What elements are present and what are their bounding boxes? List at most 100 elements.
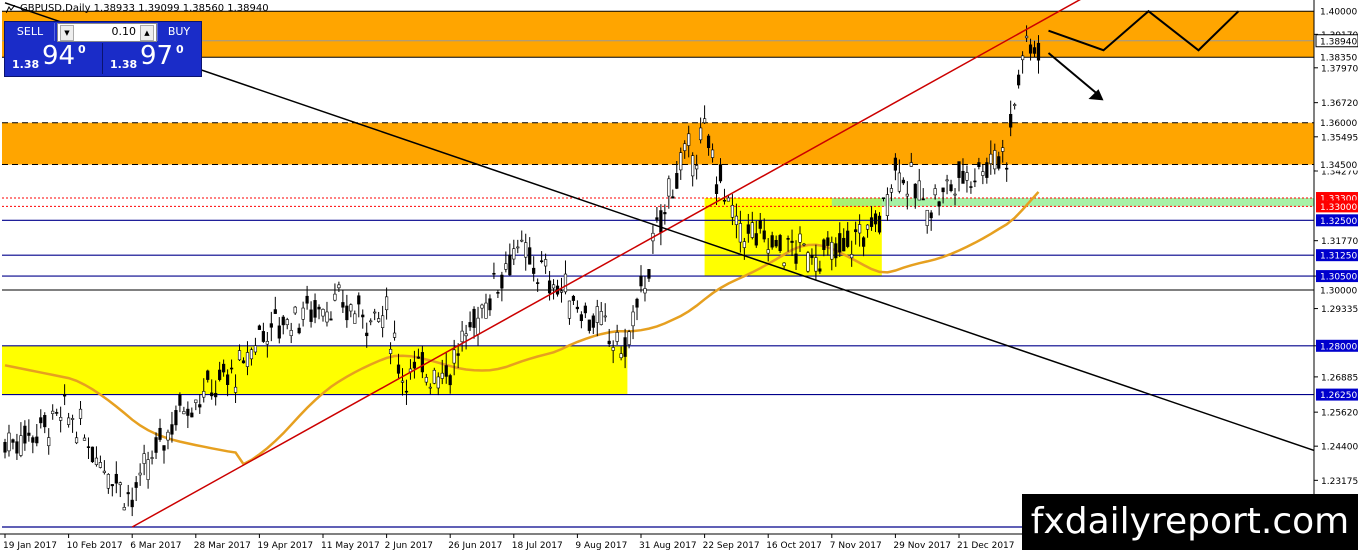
candle-body — [893, 157, 897, 171]
candle-body — [388, 348, 393, 354]
candle-body — [516, 246, 520, 249]
lot-size-input[interactable]: ▼ 0.10 ▲ — [57, 23, 157, 42]
candle-body — [1028, 44, 1033, 54]
symbol-info: GBPUSD,Daily 1.38933 1.39099 1.38560 1.3… — [20, 3, 269, 14]
candle-body — [941, 187, 945, 193]
sell-price[interactable]: 1.38 94 0 — [6, 41, 103, 74]
candle-body — [293, 306, 297, 314]
candle-body — [997, 156, 1001, 169]
candle-body — [361, 314, 365, 318]
lot-increase-icon[interactable]: ▲ — [140, 25, 154, 41]
candle-body — [146, 459, 150, 480]
level-price-label: 1.40000 — [1320, 8, 1357, 18]
candle-body — [500, 274, 504, 289]
candle-body — [508, 254, 512, 276]
price-tick-label: 1.24400 — [1321, 443, 1358, 453]
candle-body — [134, 482, 138, 488]
candle-body — [218, 369, 222, 380]
time-tick-label: 16 Oct 2017 — [766, 541, 822, 551]
candle-body — [273, 309, 277, 314]
time-tick-label: 11 May 2017 — [321, 541, 380, 551]
lot-decrease-icon[interactable]: ▼ — [60, 25, 74, 41]
candle-body — [985, 162, 989, 178]
candle-body — [536, 282, 540, 284]
candle-body — [174, 410, 178, 426]
candle-body — [1009, 113, 1013, 128]
candle-body — [742, 241, 746, 248]
candle-body — [55, 412, 59, 414]
candle-body — [949, 184, 953, 192]
candle-body — [182, 411, 186, 415]
candle-body — [714, 184, 719, 194]
candle-body — [464, 333, 468, 337]
candle-body — [897, 172, 901, 192]
candle-body — [814, 257, 818, 272]
candle-body — [392, 332, 397, 338]
candle-body — [563, 273, 568, 293]
candle-body — [543, 259, 548, 267]
level-price-label: 1.34500 — [1320, 161, 1357, 171]
candle-body — [913, 183, 917, 199]
candle-body — [953, 193, 957, 196]
candle-body — [810, 255, 814, 258]
candle-body — [734, 215, 738, 225]
candle-body — [969, 186, 973, 188]
zone-yellow — [2, 345, 628, 395]
candle-body — [587, 319, 591, 331]
candle-body — [1024, 35, 1029, 39]
price-chart[interactable]: 1.391701.379701.367201.354951.342701.317… — [0, 0, 1358, 554]
candle-body — [321, 308, 325, 317]
candle-body — [663, 212, 667, 215]
candle-body — [885, 194, 890, 216]
candle-body — [806, 252, 810, 272]
price-tick-label: 1.26885 — [1321, 373, 1358, 383]
candle-body — [166, 431, 170, 441]
candle-body — [102, 470, 106, 473]
candle-body — [194, 399, 198, 403]
candle-body — [877, 215, 882, 233]
buy-button[interactable]: BUY — [157, 23, 200, 41]
candle-body — [59, 417, 63, 421]
buy-price-pips: 97 — [140, 41, 174, 71]
candle-body — [798, 233, 802, 243]
candle-body — [186, 408, 190, 416]
candle-body — [472, 308, 476, 328]
candle-body — [873, 213, 878, 225]
candle-body — [110, 484, 114, 487]
sell-button[interactable]: SELL — [6, 23, 55, 41]
candle-body — [381, 315, 385, 328]
candle-body — [365, 332, 369, 337]
candle-body — [702, 118, 707, 124]
candle-body — [575, 306, 579, 310]
level-price-label: 1.30000 — [1320, 287, 1357, 297]
candle-body — [436, 376, 440, 389]
candle-body — [627, 331, 631, 345]
candle-body — [921, 198, 925, 201]
candle-body — [782, 262, 786, 267]
candle-body — [241, 360, 246, 364]
candle-body — [619, 353, 623, 359]
candle-body — [202, 391, 206, 398]
chart-canvas[interactable]: 1.391701.379701.367201.354951.342701.317… — [0, 0, 1358, 554]
candle-body — [245, 352, 250, 367]
level-price-label: 1.28000 — [1320, 342, 1357, 352]
candle-body — [830, 242, 834, 260]
candle-body — [63, 394, 67, 397]
candle-body — [599, 311, 603, 325]
candle-body — [118, 482, 122, 486]
buy-price[interactable]: 1.38 97 0 — [104, 41, 199, 74]
candle-body — [822, 239, 826, 250]
one-click-trading-panel: SELL ▼ 0.10 ▲ BUY 1.38 94 0 1.38 97 0 — [4, 21, 202, 77]
candle-body — [738, 223, 742, 243]
candle-body — [460, 330, 464, 343]
candle-body — [43, 415, 47, 428]
price-tick-label: 1.23175 — [1321, 477, 1358, 487]
candle-body — [675, 173, 679, 189]
candle-body — [865, 224, 870, 230]
candle-body — [233, 386, 238, 393]
candle-body — [730, 205, 735, 218]
candle-body — [178, 394, 182, 406]
candle-body — [448, 375, 452, 386]
candle-body — [726, 197, 731, 202]
candle-body — [532, 267, 536, 274]
